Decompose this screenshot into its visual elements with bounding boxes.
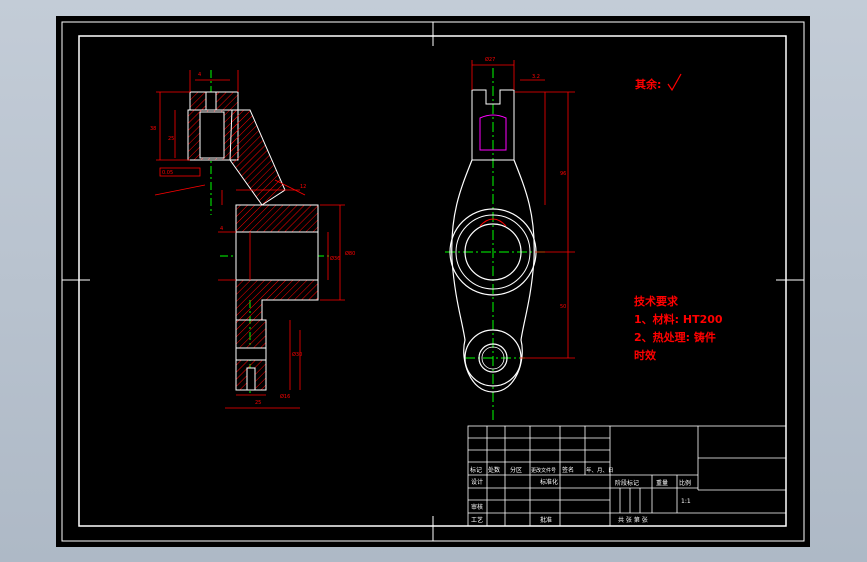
tb-stage-mark: 阶段标记: [615, 479, 639, 487]
tb-approve: 批准: [540, 516, 552, 524]
tech-req-line1: 1、材料: HT200: [634, 312, 723, 326]
svg-text:25: 25: [168, 136, 174, 142]
tb-scale: 比例: [679, 479, 691, 487]
tb-scale-value: 1:1: [681, 498, 691, 505]
drawing-canvas: 38 25 4 0.05 Ø80 Ø36 25 Ø16 Ø30 4 12 Ø27…: [56, 16, 810, 547]
svg-text:12: 12: [300, 184, 306, 190]
tech-req-line2: 2、热处理: 铸件: [634, 330, 716, 344]
tb-standardize: 标准化: [540, 478, 558, 486]
svg-text:50: 50: [560, 304, 566, 310]
tb-weight: 重量: [656, 479, 668, 487]
tb-zone: 分区: [510, 466, 522, 474]
svg-text:4: 4: [198, 72, 201, 78]
svg-text:25: 25: [255, 400, 261, 406]
tb-review: 审核: [471, 503, 483, 511]
cad-viewport: 38 25 4 0.05 Ø80 Ø36 25 Ø16 Ø30 4 12 Ø27…: [0, 0, 867, 562]
svg-text:Ø30: Ø30: [292, 351, 302, 358]
svg-text:38: 38: [150, 126, 156, 132]
tb-change-doc: 更改文件号: [531, 467, 556, 474]
tb-sign: 签名: [562, 466, 574, 474]
tb-process: 工艺: [471, 516, 483, 524]
svg-text:96: 96: [560, 171, 566, 177]
svg-text:Ø27: Ø27: [485, 56, 495, 63]
svg-text:4: 4: [220, 226, 223, 232]
svg-text:Ø16: Ø16: [280, 393, 290, 400]
tech-req-title: 技术要求: [634, 294, 679, 308]
tb-count: 处数: [488, 466, 500, 474]
svg-text:Ø80: Ø80: [345, 250, 355, 257]
roughness-note: 其余:: [635, 77, 661, 91]
tb-design: 设计: [471, 478, 483, 486]
tb-date: 年、月、日: [586, 466, 614, 474]
svg-text:Ø36: Ø36: [330, 255, 340, 262]
svg-text:3.2: 3.2: [532, 74, 540, 80]
drawing-sheet: [56, 16, 810, 547]
svg-text:0.05: 0.05: [162, 170, 173, 176]
tech-req-line3: 时效: [634, 348, 657, 362]
tb-sheets: 共 张 第 张: [618, 516, 648, 524]
tb-mark: 标记: [470, 466, 482, 474]
